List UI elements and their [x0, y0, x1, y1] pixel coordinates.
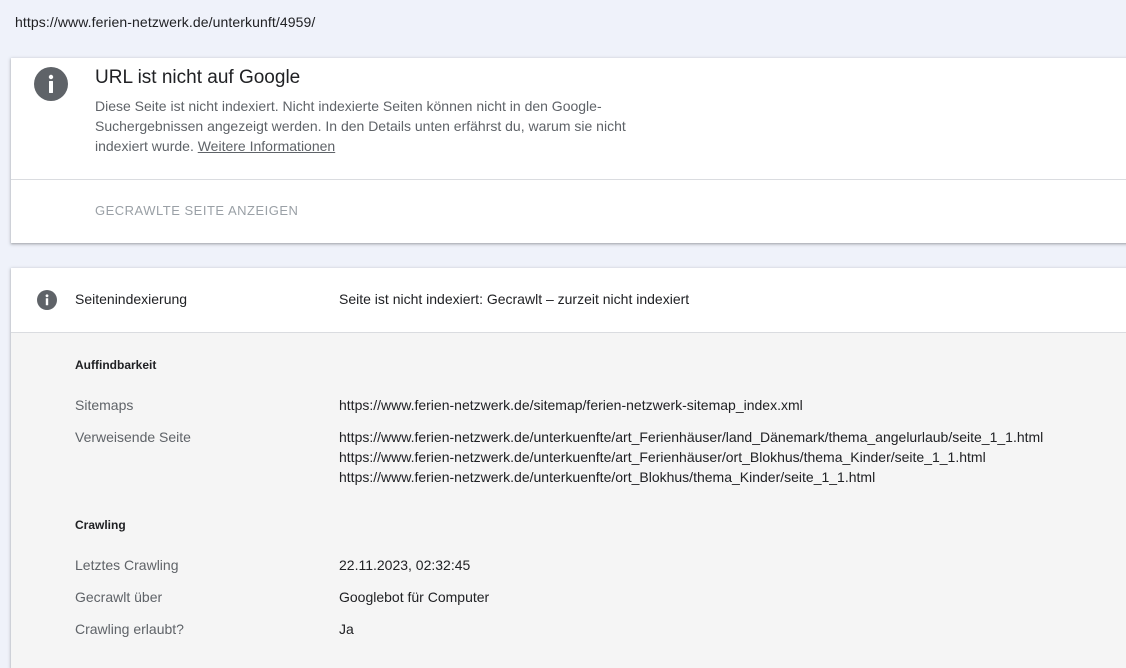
info-icon	[37, 290, 57, 310]
crawling-heading: Crawling	[75, 518, 126, 532]
referring-page-label: Verweisende Seite	[75, 429, 191, 445]
description-line-3: indexiert wurde.	[95, 138, 194, 154]
card-divider	[11, 179, 1126, 180]
status-description: Diese Seite ist nicht indexiert. Nicht i…	[95, 96, 675, 156]
crawl-allowed-label: Crawling erlaubt?	[75, 621, 184, 637]
last-crawl-value: 22.11.2023, 02:32:45	[339, 557, 471, 573]
more-info-link[interactable]: Weitere Informationen	[198, 138, 335, 154]
last-crawl-label: Letztes Crawling	[75, 557, 179, 573]
crawled-via-label: Gecrawlt über	[75, 589, 163, 605]
indexing-value: Seite ist nicht indexiert: Gecrawlt – zu…	[339, 291, 690, 307]
info-icon	[34, 67, 68, 101]
indexing-row[interactable]: Seitenindexierung Seite ist nicht indexi…	[11, 268, 1126, 333]
sitemaps-value: https://www.ferien-netzwerk.de/sitemap/f…	[339, 397, 803, 413]
description-line-2: Suchergebnissen angezeigt werden. In den…	[95, 118, 626, 134]
details-card: Seitenindexierung Seite ist nicht indexi…	[11, 268, 1126, 668]
discoverability-heading: Auffindbarkeit	[75, 358, 157, 372]
view-crawled-page-button[interactable]: GECRAWLTE SEITE ANZEIGEN	[95, 203, 298, 218]
inspected-url: https://www.ferien-netzwerk.de/unterkunf…	[15, 14, 316, 30]
crawled-via-value: Googlebot für Computer	[339, 589, 490, 605]
referring-page-item: https://www.ferien-netzwerk.de/unterkuen…	[339, 449, 986, 465]
crawl-allowed-value: Ja	[339, 621, 354, 637]
index-status-card: URL ist nicht auf Google Diese Seite ist…	[11, 58, 1126, 243]
indexing-label: Seitenindexierung	[75, 291, 188, 307]
referring-page-item: https://www.ferien-netzwerk.de/unterkuen…	[339, 429, 1044, 445]
referring-page-list: https://www.ferien-netzwerk.de/unterkuen…	[339, 427, 1043, 487]
referring-page-item: https://www.ferien-netzwerk.de/unterkuen…	[339, 469, 876, 485]
status-title: URL ist nicht auf Google	[95, 67, 301, 88]
description-line-1: Diese Seite ist nicht indexiert. Nicht i…	[95, 98, 602, 114]
sitemaps-label: Sitemaps	[75, 397, 134, 413]
